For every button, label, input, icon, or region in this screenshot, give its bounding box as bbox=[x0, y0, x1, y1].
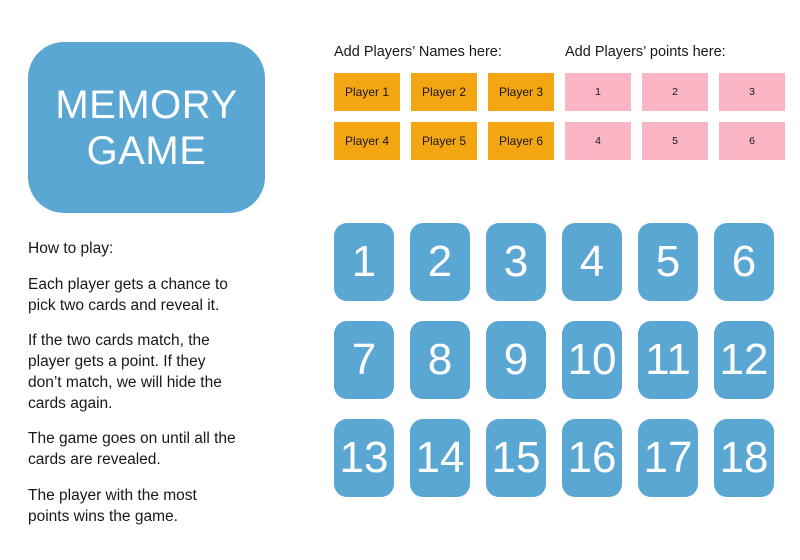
memory-card[interactable]: 4 bbox=[562, 223, 622, 301]
instruction-paragraph: If the two cards match, the player gets … bbox=[28, 332, 222, 412]
memory-card[interactable]: 15 bbox=[486, 419, 546, 497]
instruction-paragraph: The player with the most points wins the… bbox=[28, 486, 197, 525]
memory-card[interactable]: 17 bbox=[638, 419, 698, 497]
memory-card[interactable]: 3 bbox=[486, 223, 546, 301]
instructions-block: How to play: Each player gets a chance t… bbox=[28, 239, 280, 527]
memory-card[interactable]: 18 bbox=[714, 419, 774, 497]
memory-card[interactable]: 16 bbox=[562, 419, 622, 497]
player-name-field[interactable]: Player 1 bbox=[334, 73, 400, 112]
memory-card[interactable]: 14 bbox=[410, 419, 470, 497]
player-name-field[interactable]: Player 4 bbox=[334, 122, 400, 161]
entry-headers: Add Players’ Names here: Add Players’ po… bbox=[334, 44, 764, 61]
player-names-grid: Player 1 Player 2 Player 3 Player 4 Play… bbox=[334, 73, 565, 161]
memory-card[interactable]: 8 bbox=[410, 321, 470, 399]
title-card: MEMORY GAME bbox=[28, 42, 265, 213]
player-points-field[interactable]: 3 bbox=[719, 73, 785, 112]
points-section-header: Add Players’ points here: bbox=[565, 44, 726, 60]
page-title: MEMORY GAME bbox=[55, 82, 238, 173]
memory-card[interactable]: 6 bbox=[714, 223, 774, 301]
player-points-field[interactable]: 6 bbox=[719, 122, 785, 161]
player-names-group: Player 1 Player 2 Player 3 Player 4 Play… bbox=[334, 73, 565, 161]
memory-card-grid: 1 2 3 4 5 6 7 8 9 10 11 12 13 14 15 16 1… bbox=[334, 223, 774, 497]
player-points-grid: 1 2 3 4 5 6 bbox=[565, 73, 785, 161]
player-name-field[interactable]: Player 5 bbox=[411, 122, 477, 161]
player-name-field[interactable]: Player 3 bbox=[488, 73, 554, 112]
player-points-field[interactable]: 1 bbox=[565, 73, 631, 112]
player-name-field[interactable]: Player 6 bbox=[488, 122, 554, 161]
memory-card[interactable]: 5 bbox=[638, 223, 698, 301]
names-section-header: Add Players’ Names here: bbox=[334, 44, 502, 60]
instructions-heading: How to play: bbox=[28, 240, 114, 257]
memory-card[interactable]: 11 bbox=[638, 321, 698, 399]
instruction-paragraph: The game goes on until all the cards are… bbox=[28, 430, 236, 469]
player-name-field[interactable]: Player 2 bbox=[411, 73, 477, 112]
player-points-field[interactable]: 5 bbox=[642, 122, 708, 161]
instruction-paragraph: Each player gets a chance to pick two ca… bbox=[28, 275, 228, 314]
player-points-field[interactable]: 4 bbox=[565, 122, 631, 161]
right-column: Add Players’ Names here: Add Players’ po… bbox=[334, 44, 785, 161]
entry-groups: Player 1 Player 2 Player 3 Player 4 Play… bbox=[334, 73, 785, 161]
memory-card[interactable]: 12 bbox=[714, 321, 774, 399]
memory-card[interactable]: 1 bbox=[334, 223, 394, 301]
left-column: MEMORY GAME How to play: Each player get… bbox=[28, 42, 308, 527]
memory-card[interactable]: 9 bbox=[486, 321, 546, 399]
memory-card[interactable]: 10 bbox=[562, 321, 622, 399]
memory-card[interactable]: 13 bbox=[334, 419, 394, 497]
memory-card[interactable]: 2 bbox=[410, 223, 470, 301]
memory-card[interactable]: 7 bbox=[334, 321, 394, 399]
player-points-group: 1 2 3 4 5 6 bbox=[565, 73, 785, 161]
player-points-field[interactable]: 2 bbox=[642, 73, 708, 112]
